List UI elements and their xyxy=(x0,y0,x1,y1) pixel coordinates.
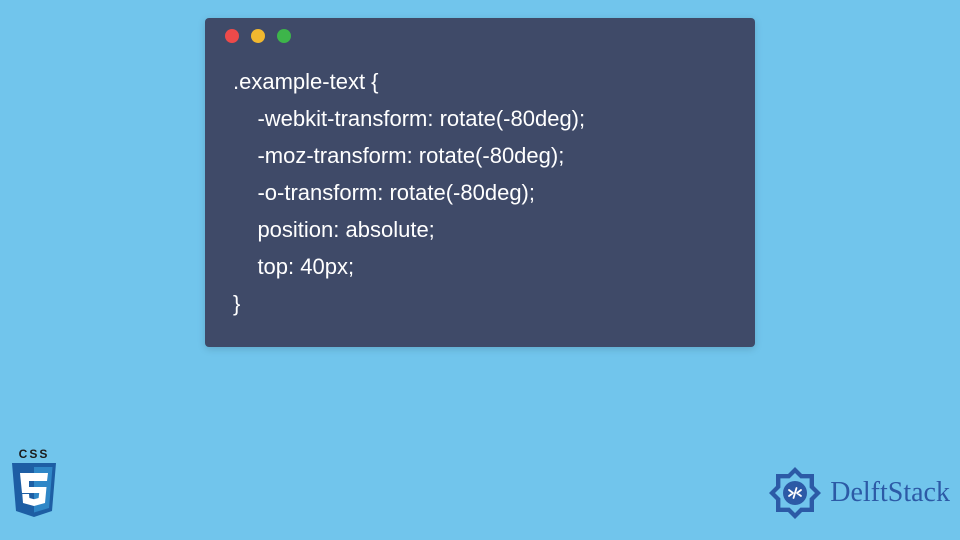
code-window: .example-text { -webkit-transform: rotat… xyxy=(205,18,755,347)
css3-shield-icon xyxy=(8,463,60,521)
maximize-icon xyxy=(277,29,291,43)
minimize-icon xyxy=(251,29,265,43)
css3-label: CSS xyxy=(8,447,60,461)
css3-logo: CSS xyxy=(8,463,60,526)
code-block: .example-text { -webkit-transform: rotat… xyxy=(205,54,755,347)
brand-logo-icon xyxy=(766,464,824,522)
window-titlebar xyxy=(205,18,755,54)
brand: DelftStack xyxy=(766,464,950,522)
code-line: -webkit-transform: rotate(-80deg); xyxy=(233,106,585,131)
code-line: -o-transform: rotate(-80deg); xyxy=(233,180,535,205)
code-line: -moz-transform: rotate(-80deg); xyxy=(233,143,564,168)
code-line: } xyxy=(233,291,240,316)
close-icon xyxy=(225,29,239,43)
code-line: position: absolute; xyxy=(233,217,435,242)
brand-name: DelftStack xyxy=(830,477,950,509)
code-line: .example-text { xyxy=(233,69,379,94)
code-line: top: 40px; xyxy=(233,254,354,279)
